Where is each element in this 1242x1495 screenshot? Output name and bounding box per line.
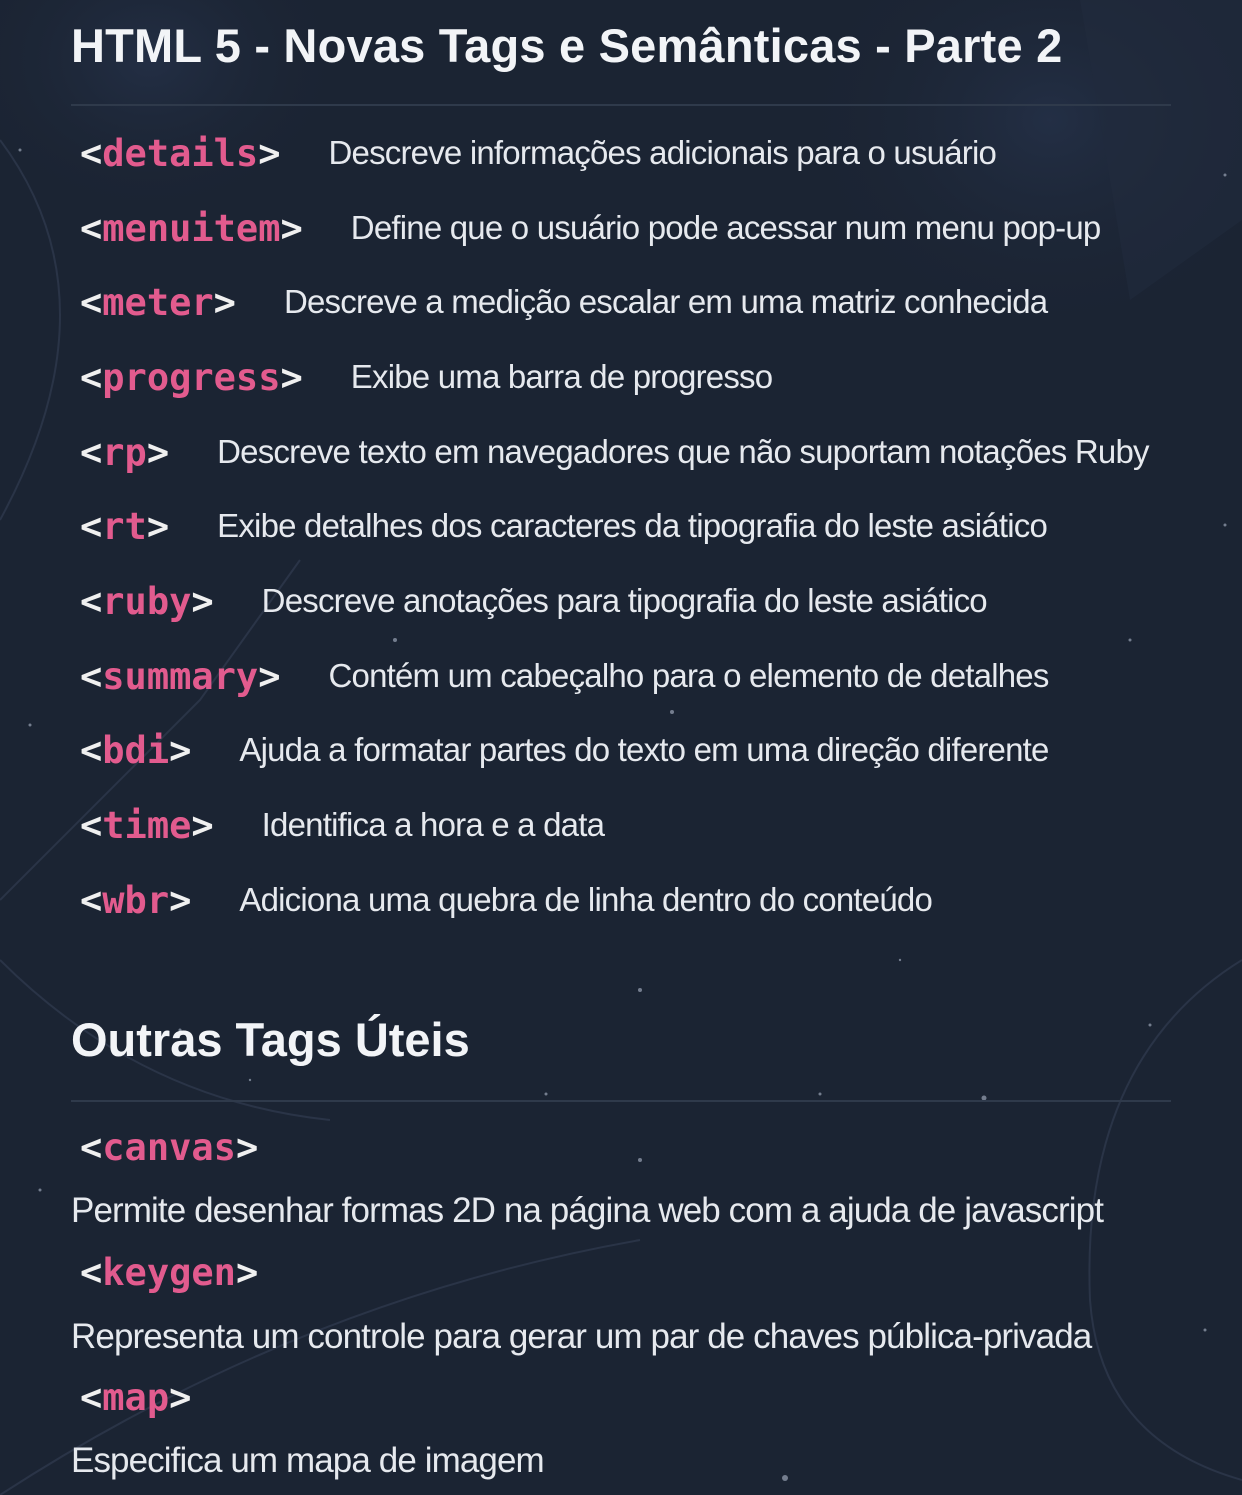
section-title: Outras Tags Úteis (71, 1013, 470, 1066)
tag-row-meter: <meter> Descreve a medição escalar em um… (80, 272, 1048, 332)
tag-description: Identifica a hora e a data (261, 806, 605, 843)
tag-description: Descreve a medição escalar em uma matriz… (283, 283, 1048, 320)
tag-description: Descreve anotações para tipografia do le… (261, 582, 988, 619)
tag-description: Ajuda a formatar partes do texto em uma … (239, 731, 1049, 768)
tag-label: <details> (80, 131, 281, 175)
tag-label: <time> (80, 803, 214, 847)
tag-label: <menuitem> (80, 206, 303, 250)
other-tag-description: Especifica um mapa de imagem (71, 1441, 545, 1480)
tag-row-time: <time> Identifica a hora e a data (80, 795, 605, 855)
tag-label: <bdi> (80, 728, 192, 772)
tag-description: Define que o usuário pode acessar num me… (350, 209, 1101, 246)
tag-label: <summary> (80, 654, 281, 698)
tag-label: <rp> (80, 430, 170, 474)
page-title: HTML 5 - Novas Tags e Semânticas - Parte… (71, 19, 1063, 72)
tag-label: <progress> (80, 355, 303, 399)
other-tag-canvas: <canvas> (80, 1126, 259, 1169)
tag-description: Descreve informações adicionais para o u… (328, 134, 997, 171)
section-divider (71, 1100, 1171, 1102)
tag-row-menuitem: <menuitem> Define que o usuário pode ace… (80, 198, 1101, 258)
tag-description: Exibe uma barra de progresso (350, 358, 773, 395)
tag-label: <rt> (80, 504, 170, 548)
tag-row-rt: <rt> Exibe detalhes dos caracteres da ti… (80, 496, 1048, 556)
tag-row-ruby: <ruby> Descreve anotações para tipografi… (80, 571, 988, 631)
tag-description: Exibe detalhes dos caracteres da tipogra… (217, 507, 1048, 544)
tag-description: Contém um cabeçalho para o elemento de d… (328, 657, 1050, 694)
other-tag-description: Permite desenhar formas 2D na página web… (71, 1191, 1104, 1230)
tag-label: <ruby> (80, 579, 214, 623)
title-divider (71, 104, 1171, 106)
slide: HTML 5 - Novas Tags e Semânticas - Parte… (0, 0, 1242, 1495)
tag-label: <wbr> (80, 878, 192, 922)
other-tag-keygen: <keygen> (80, 1251, 259, 1294)
tag-row-progress: <progress> Exibe uma barra de progresso (80, 347, 773, 407)
tag-row-wbr: <wbr> Adiciona uma quebra de linha dentr… (80, 870, 933, 930)
tag-row-details: <details> Descreve informações adicionai… (80, 123, 997, 183)
tag-row-bdi: <bdi> Ajuda a formatar partes do texto e… (80, 720, 1049, 780)
tag-row-rp: <rp> Descreve texto em navegadores que n… (80, 422, 1150, 482)
other-tag-map: <map> (80, 1376, 192, 1419)
tag-row-summary: <summary> Contém um cabeçalho para o ele… (80, 646, 1049, 706)
tag-label: <meter> (80, 280, 236, 324)
tag-description: Adiciona uma quebra de linha dentro do c… (239, 881, 932, 918)
tag-description: Descreve texto em navegadores que não su… (217, 433, 1149, 470)
other-tag-description: Representa um controle para gerar um par… (71, 1317, 1092, 1356)
